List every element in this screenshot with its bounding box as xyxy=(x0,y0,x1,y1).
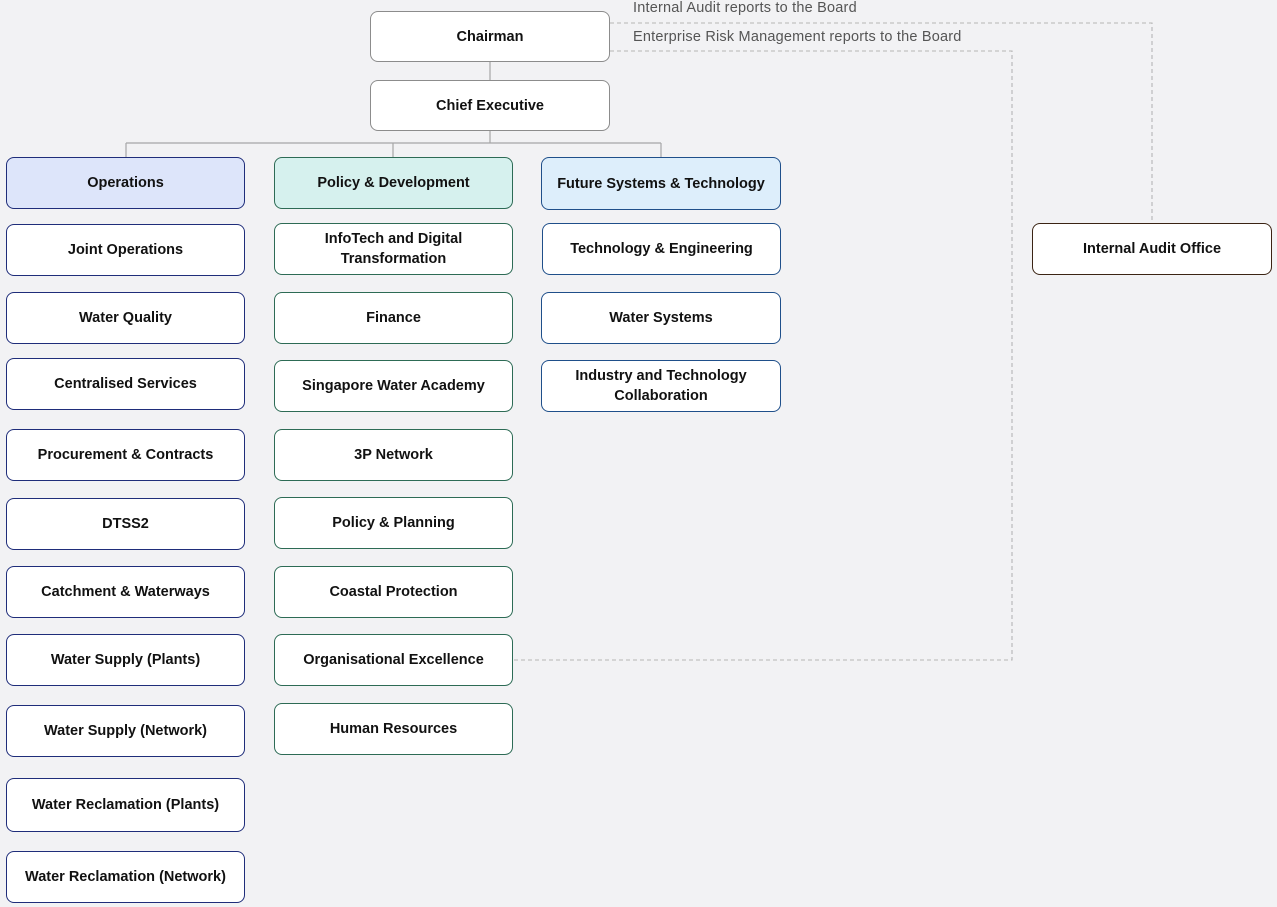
chief-executive-box[interactable]: Chief Executive xyxy=(370,80,610,131)
erm-note: Enterprise Risk Management reports to th… xyxy=(633,29,962,45)
unit-industry-technology-collaboration[interactable]: Industry and Technology Collaboration xyxy=(541,360,781,412)
unit-label: Technology & Engineering xyxy=(570,241,753,257)
unit-catchment-waterways[interactable]: Catchment & Waterways xyxy=(6,566,245,618)
future-systems-header[interactable]: Future Systems & Technology xyxy=(541,157,781,210)
unit-coastal-protection[interactable]: Coastal Protection xyxy=(274,566,513,618)
chairman-box[interactable]: Chairman xyxy=(370,11,610,62)
unit-label: Policy & Planning xyxy=(332,515,455,531)
unit-label: Human Resources xyxy=(329,721,458,737)
chief-executive-label: Chief Executive xyxy=(436,97,544,114)
unit-label: Organisational Excellence xyxy=(303,652,484,668)
internal-audit-office-label: Internal Audit Office xyxy=(1082,241,1222,257)
policy-development-header-label: Policy & Development xyxy=(317,175,470,191)
operations-header[interactable]: Operations xyxy=(6,157,245,209)
erm-reporting-dashed-line xyxy=(514,50,1013,661)
unit-technology-engineering[interactable]: Technology & Engineering xyxy=(542,223,781,275)
policy-development-header[interactable]: Policy & Development xyxy=(274,157,513,209)
unit-water-reclamation-plants[interactable]: Water Reclamation (Plants) xyxy=(6,778,245,832)
unit-label: Water Supply (Plants) xyxy=(50,652,201,668)
unit-label: Water Reclamation (Plants) xyxy=(31,797,220,813)
unit-joint-operations[interactable]: Joint Operations xyxy=(6,224,245,276)
unit-policy-planning[interactable]: Policy & Planning xyxy=(274,497,513,549)
unit-label: Finance xyxy=(366,310,421,326)
unit-3p-network[interactable]: 3P Network xyxy=(274,429,513,481)
unit-label: Industry and Technology Collaboration xyxy=(575,368,747,404)
unit-label: Catchment & Waterways xyxy=(41,584,210,600)
unit-label: Coastal Protection xyxy=(329,584,458,600)
unit-infotech-digital[interactable]: InfoTech and Digital Transformation xyxy=(274,223,513,275)
unit-label: DTSS2 xyxy=(102,516,149,532)
unit-finance[interactable]: Finance xyxy=(274,292,513,344)
internal-audit-note: Internal Audit reports to the Board xyxy=(633,0,857,16)
unit-label: Procurement & Contracts xyxy=(37,447,214,463)
unit-human-resources[interactable]: Human Resources xyxy=(274,703,513,755)
unit-label: Singapore Water Academy xyxy=(302,378,485,394)
unit-water-supply-plants[interactable]: Water Supply (Plants) xyxy=(6,634,245,686)
unit-singapore-water-academy[interactable]: Singapore Water Academy xyxy=(274,360,513,412)
operations-header-label: Operations xyxy=(87,175,164,191)
unit-water-systems[interactable]: Water Systems xyxy=(541,292,781,344)
unit-water-supply-network[interactable]: Water Supply (Network) xyxy=(6,705,245,757)
unit-dtss2[interactable]: DTSS2 xyxy=(6,498,245,550)
future-systems-header-label: Future Systems & Technology xyxy=(557,175,765,192)
chairman-label: Chairman xyxy=(456,28,524,45)
unit-organisational-excellence[interactable]: Organisational Excellence xyxy=(274,634,513,686)
unit-label: Water Supply (Network) xyxy=(43,723,207,739)
unit-procurement-contracts[interactable]: Procurement & Contracts xyxy=(6,429,245,481)
unit-label: Water Systems xyxy=(609,310,713,326)
unit-label: 3P Network xyxy=(354,447,433,463)
unit-label: InfoTech and Digital Transformation xyxy=(324,231,463,267)
unit-water-reclamation-network[interactable]: Water Reclamation (Network) xyxy=(6,851,245,903)
unit-label: Water Reclamation (Network) xyxy=(25,869,226,885)
unit-water-quality[interactable]: Water Quality xyxy=(6,292,245,344)
unit-label: Water Quality xyxy=(79,310,172,326)
internal-audit-office-box[interactable]: Internal Audit Office xyxy=(1032,223,1272,275)
unit-centralised-services[interactable]: Centralised Services xyxy=(6,358,245,410)
unit-label: Joint Operations xyxy=(67,242,184,258)
unit-label: Centralised Services xyxy=(54,376,197,392)
